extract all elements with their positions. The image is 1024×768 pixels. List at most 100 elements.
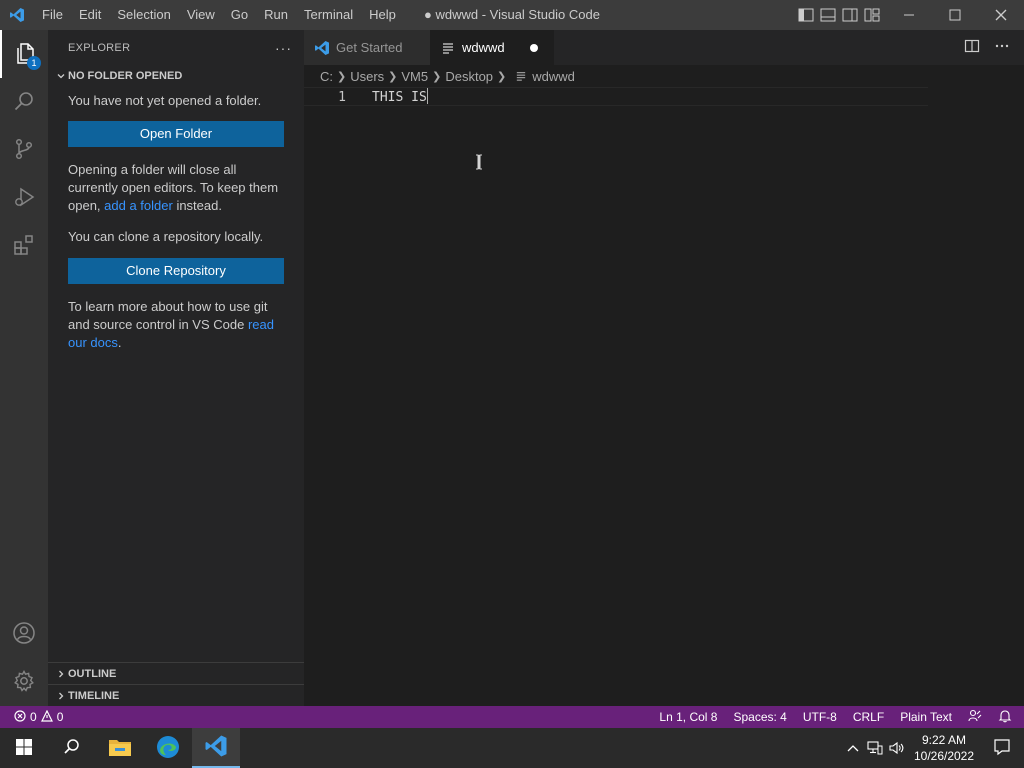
system-tray: 9:22 AM 10/26/2022: [842, 728, 1024, 768]
status-bar-right: Ln 1, Col 8 Spaces: 4 UTF-8 CRLF Plain T…: [659, 706, 1012, 728]
breadcrumb-users[interactable]: Users: [350, 69, 384, 84]
run-debug-icon: [12, 185, 36, 212]
toggle-panel-icon[interactable]: [820, 7, 836, 23]
menu-edit[interactable]: Edit: [71, 0, 109, 30]
menu-go[interactable]: Go: [223, 0, 256, 30]
menu-terminal[interactable]: Terminal: [296, 0, 361, 30]
breadcrumb: C: ❯ Users ❯ VM5 ❯ Desktop ❯ wdwwd: [304, 65, 1024, 87]
close-button[interactable]: [978, 0, 1024, 30]
menu-view[interactable]: View: [179, 0, 223, 30]
tab-label: wdwwd: [462, 40, 505, 55]
notification-center-icon: [993, 738, 1011, 759]
breadcrumb-file[interactable]: wdwwd: [532, 69, 575, 84]
menu-file[interactable]: File: [34, 0, 71, 30]
layout-controls: [798, 0, 880, 30]
windows-taskbar: 9:22 AM 10/26/2022: [0, 728, 1024, 768]
start-button[interactable]: [0, 728, 48, 768]
source-control-activity[interactable]: [0, 126, 48, 174]
error-icon: [14, 709, 26, 725]
menu-run[interactable]: Run: [256, 0, 296, 30]
more-actions-icon[interactable]: ···: [275, 40, 292, 56]
text-editor[interactable]: 1 THIS IS: [304, 87, 1024, 706]
explorer-sidebar: EXPLORER ··· NO FOLDER OPENED You have n…: [48, 30, 304, 706]
search-activity[interactable]: [0, 78, 48, 126]
folder-icon: [108, 737, 132, 760]
tab-wdwwd[interactable]: wdwwd: [430, 30, 554, 65]
bell-icon[interactable]: [998, 709, 1012, 726]
network-icon[interactable]: [864, 728, 886, 768]
cursor-position[interactable]: Ln 1, Col 8: [659, 710, 717, 724]
i-beam-cursor-icon: [476, 154, 482, 170]
manage-activity[interactable]: [0, 658, 48, 706]
outline-section-header[interactable]: OUTLINE: [48, 662, 304, 684]
search-icon: [12, 89, 36, 116]
timeline-section-header[interactable]: TIMELINE: [48, 684, 304, 706]
explorer-activity[interactable]: 1: [0, 30, 48, 78]
unsaved-dot-icon[interactable]: [530, 43, 538, 52]
edge-taskbar-button[interactable]: [144, 728, 192, 768]
editor-tabs: Get Started wdwwd: [304, 30, 1024, 65]
no-folder-text: You have not yet opened a folder.: [68, 93, 262, 108]
chevron-right-icon: ❯: [337, 70, 347, 83]
explorer-badge: 1: [27, 56, 41, 70]
warning-count: 0: [56, 710, 64, 724]
show-hidden-icons-button[interactable]: [842, 728, 864, 768]
more-actions-icon[interactable]: [994, 38, 1010, 57]
volume-icon[interactable]: [886, 728, 908, 768]
clone-repository-button[interactable]: Clone Repository: [68, 258, 284, 284]
source-control-icon: [12, 137, 36, 164]
toggle-secondary-sidebar-icon[interactable]: [842, 7, 858, 23]
minimize-button[interactable]: [886, 0, 932, 30]
menu-selection[interactable]: Selection: [109, 0, 178, 30]
split-editor-icon[interactable]: [964, 38, 980, 57]
maximize-button[interactable]: [932, 0, 978, 30]
chevron-down-icon: [54, 69, 68, 83]
chevron-right-icon: ❯: [497, 70, 507, 83]
feedback-icon[interactable]: [968, 709, 982, 726]
error-count: 0: [30, 710, 37, 724]
tab-label: Get Started: [336, 40, 403, 55]
editor-actions: [964, 30, 1010, 65]
line-text: THIS IS: [372, 90, 427, 105]
breadcrumb-vm5[interactable]: VM5: [401, 69, 428, 84]
encoding[interactable]: UTF-8: [803, 710, 837, 724]
learn-text: To learn more about how to use git and s…: [68, 299, 268, 332]
taskbar-search-button[interactable]: [48, 728, 96, 768]
no-folder-section-title: NO FOLDER OPENED: [68, 70, 183, 82]
no-folder-section-header[interactable]: NO FOLDER OPENED: [48, 65, 304, 87]
menu-bar: File Edit Selection View Go Run Terminal…: [34, 0, 404, 30]
code-line[interactable]: THIS IS: [372, 88, 428, 107]
status-bar: 0 0 Ln 1, Col 8 Spaces: 4 UTF-8 CRLF Pla…: [0, 706, 1024, 728]
run-debug-activity[interactable]: [0, 174, 48, 222]
tab-get-started[interactable]: Get Started: [304, 30, 430, 65]
learn-text-end: .: [117, 335, 122, 350]
accounts-activity[interactable]: [0, 610, 48, 658]
customize-layout-icon[interactable]: [864, 7, 880, 23]
toggle-primary-sidebar-icon[interactable]: [798, 7, 814, 23]
text-cursor: [426, 88, 428, 104]
breadcrumb-desktop[interactable]: Desktop: [445, 69, 493, 84]
open-folder-button[interactable]: Open Folder: [68, 121, 284, 147]
file-explorer-taskbar-button[interactable]: [96, 728, 144, 768]
edge-browser-icon: [156, 735, 180, 762]
opening-folder-text: Opening a folder will close all currentl…: [68, 161, 284, 215]
indentation[interactable]: Spaces: 4: [733, 710, 786, 724]
chevron-right-icon: ❯: [388, 70, 398, 83]
breadcrumb-drive[interactable]: C:: [320, 69, 333, 84]
add-folder-link[interactable]: add a folder: [104, 198, 173, 213]
line-number: 1: [338, 90, 346, 105]
search-icon: [63, 738, 81, 759]
notifications-button[interactable]: [980, 728, 1024, 768]
vscode-logo-icon: [0, 0, 34, 30]
problems-status[interactable]: 0 0: [0, 709, 64, 725]
no-folder-content: You have not yet opened a folder. Open F…: [48, 92, 304, 352]
vscode-taskbar-button[interactable]: [192, 728, 240, 768]
taskbar-clock[interactable]: 9:22 AM 10/26/2022: [908, 732, 980, 764]
menu-help[interactable]: Help: [361, 0, 404, 30]
extensions-activity[interactable]: [0, 222, 48, 270]
sidebar-title: EXPLORER: [68, 41, 131, 54]
vscode-logo-icon: [204, 734, 228, 761]
end-of-line[interactable]: CRLF: [853, 710, 884, 724]
language-mode[interactable]: Plain Text: [900, 710, 952, 724]
clone-text: You can clone a repository locally.: [68, 229, 264, 244]
